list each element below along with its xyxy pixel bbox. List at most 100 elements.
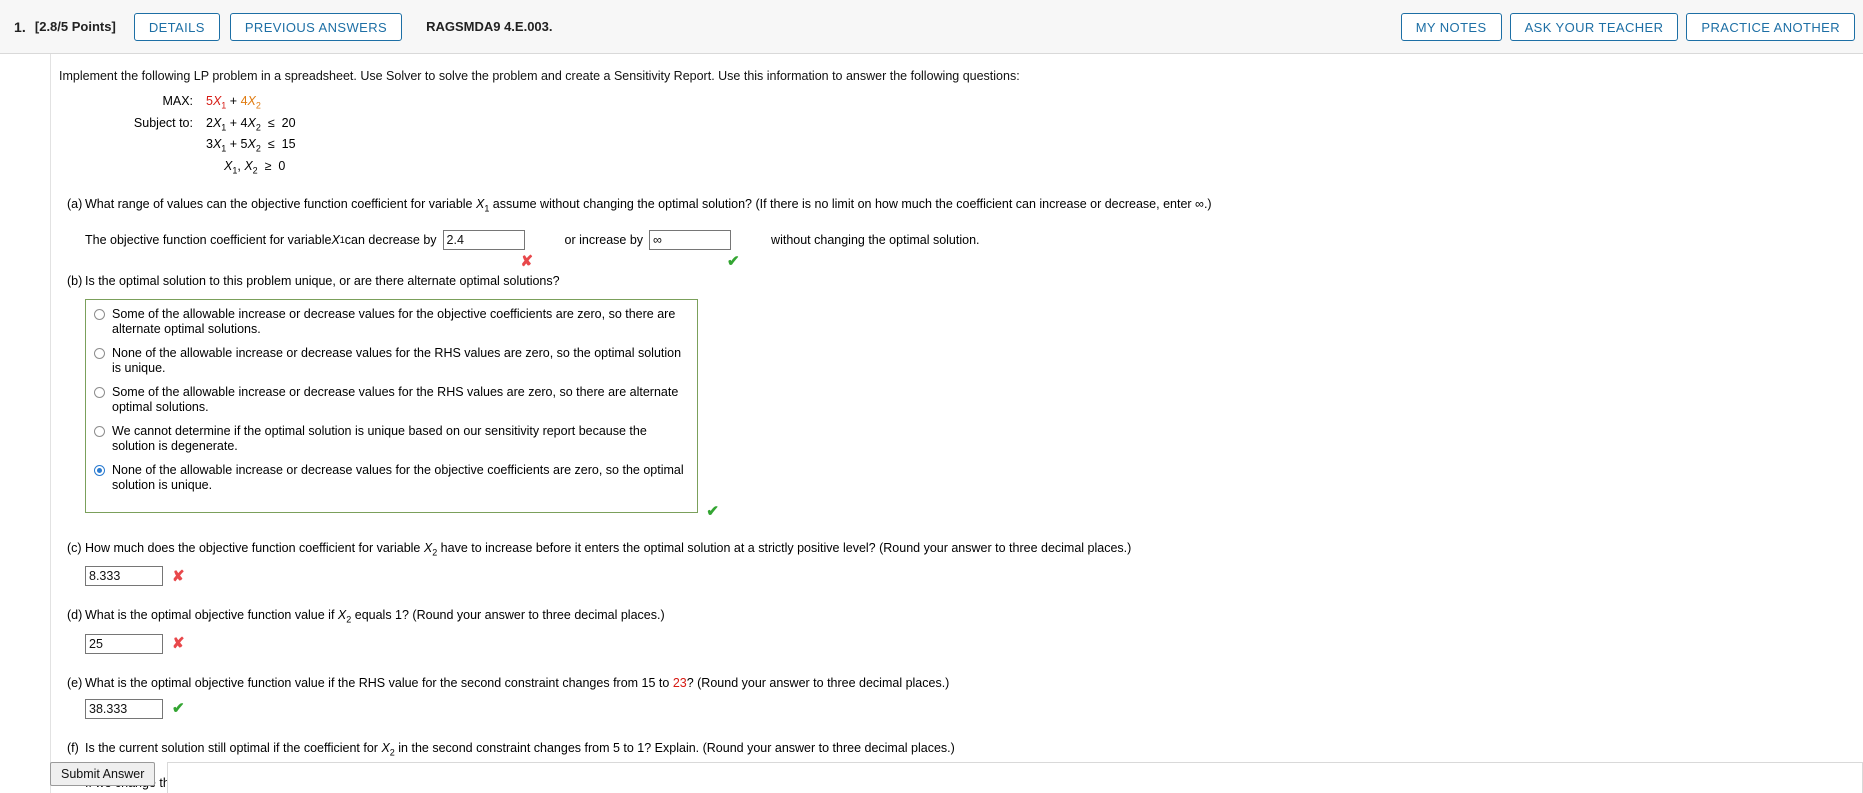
radio-button-selected-icon[interactable] — [94, 464, 105, 476]
points-badge: [2.8/5 Points] — [34, 19, 116, 34]
radio-button-icon[interactable] — [94, 425, 105, 437]
lp-constraint-row-3: X1, X2 ≥ 0 — [111, 158, 1863, 180]
part-c-letter: (c) — [67, 540, 82, 555]
part-a-increase-input[interactable] — [649, 229, 732, 250]
part-a-increase-correct-icon: ✔ — [727, 252, 740, 270]
lp-objective-row: MAX: 5X1 + 4X2 — [111, 93, 1863, 115]
part-a-sentence-3: or increase by — [564, 232, 644, 247]
my-notes-button[interactable]: MY NOTES — [1400, 13, 1502, 41]
part-f-question: (f) Is the current solution still optima… — [59, 741, 1863, 758]
question-number: 1. — [14, 18, 26, 35]
previous-answers-button[interactable]: PREVIOUS ANSWERS — [229, 12, 403, 41]
part-a-decrease-field-wrap: ✘ — [442, 229, 533, 269]
part-a-decrease-input[interactable] — [442, 229, 525, 250]
part-d-incorrect-icon: ✘ — [172, 635, 185, 652]
question-body: Implement the following LP problem in a … — [50, 54, 1863, 793]
part-a-increase-field-wrap: ✔ — [649, 229, 740, 269]
radio-button-icon[interactable] — [94, 386, 105, 398]
problem-intro: Implement the following LP problem in a … — [59, 69, 1020, 83]
lp-constraint-row-1: Subject to: 2X1 + 4X2 ≤ 20 — [111, 115, 1863, 137]
part-d-letter: (d) — [67, 608, 83, 622]
part-b-option-2-label: None of the allowable increase or decrea… — [112, 345, 682, 375]
part-f-question-pre: Is the current solution still optimal if… — [85, 740, 382, 755]
question-page: 1. [2.8/5 Points] DETAILS PREVIOUS ANSWE… — [0, 0, 1863, 793]
part-d: (d) What is the optimal objective functi… — [51, 608, 1863, 654]
part-b-option-3[interactable]: Some of the allowable increase or decrea… — [93, 385, 687, 415]
part-b-question: (b) Is the optimal solution to this prob… — [59, 274, 1863, 288]
lp-spacer-1 — [111, 136, 206, 158]
part-a-question-pre: What range of values can the objective f… — [85, 197, 476, 211]
lp-constraint-2: 3X1 + 5X2 ≤ 15 — [206, 137, 296, 154]
part-a-sentence-2: can decrease by — [344, 232, 437, 247]
part-b: (b) Is the optimal solution to this prob… — [51, 274, 1863, 519]
part-c-answer-input[interactable] — [85, 566, 163, 586]
part-b-option-4[interactable]: We cannot determine if the optimal solut… — [93, 424, 687, 454]
part-b-option-1[interactable]: Some of the allowable increase or decrea… — [93, 307, 687, 337]
part-b-letter: (b) — [67, 273, 83, 288]
part-a-decrease-incorrect-icon: ✘ — [520, 252, 534, 270]
question-header: 1. [2.8/5 Points] DETAILS PREVIOUS ANSWE… — [0, 0, 1863, 54]
details-button[interactable]: DETAILS — [133, 12, 220, 41]
part-b-option-4-label: We cannot determine if the optimal solut… — [112, 423, 647, 453]
part-b-option-5[interactable]: None of the allowable increase or decrea… — [93, 463, 687, 493]
part-d-answer-row: ✘ — [85, 633, 1863, 654]
part-e-rhs-value: 23 — [672, 675, 687, 690]
part-e-correct-icon: ✔ — [172, 700, 185, 717]
practice-another-button[interactable]: PRACTICE ANOTHER — [1686, 13, 1855, 41]
part-e-question-post: ? (Round your answer to three decimal pl… — [686, 675, 950, 690]
part-c-question-post: have to increase before it enters the op… — [437, 540, 1132, 555]
lp-constraint-1: 2X1 + 4X2 ≤ 20 — [206, 115, 296, 133]
part-e-question-text: What is the optimal objective function v… — [85, 676, 1863, 690]
obj-coeff-2: 4 — [240, 94, 248, 108]
part-e-letter: (e) — [67, 675, 83, 690]
part-b-option-5-label: None of the allowable increase or decrea… — [112, 462, 684, 492]
part-c-question-text: How much does the objective function coe… — [85, 540, 1132, 558]
lp-spacer-2 — [111, 158, 206, 180]
part-c-question: (c) How much does the objective function… — [59, 541, 1863, 558]
part-a-question-text: What range of values can the objective f… — [85, 197, 1212, 214]
part-e-question-pre: What is the optimal objective function v… — [85, 675, 673, 690]
lp-model: MAX: 5X1 + 4X2 Subject to: 2X1 + 4X2 ≤ 2… — [111, 93, 1863, 179]
part-d-question: (d) What is the optimal objective functi… — [59, 608, 1863, 625]
submit-panel — [167, 762, 1863, 793]
lp-nonnegativity: X1, X2 ≥ 0 — [224, 158, 286, 176]
part-a-letter: (a) — [67, 197, 83, 211]
submit-row: Submit Answer — [50, 762, 1863, 793]
radio-button-icon[interactable] — [94, 308, 105, 320]
question-code: RAGSMDA9 4.E.003. — [426, 19, 553, 34]
lp-objective-expression: 5X1 + 4X2 — [206, 94, 261, 111]
part-e-question: (e) What is the optimal objective functi… — [59, 676, 1863, 690]
part-b-option-2[interactable]: None of the allowable increase or decrea… — [93, 346, 687, 376]
part-f-question-text: Is the current solution still optimal if… — [85, 740, 955, 758]
part-a-question-post: assume without changing the optimal solu… — [489, 197, 1212, 211]
lp-subject-label: Subject to: — [133, 115, 193, 130]
part-a-question: (a) What range of values can the objecti… — [59, 197, 1863, 214]
part-c-incorrect-icon: ✘ — [172, 567, 185, 585]
radio-button-icon[interactable] — [94, 347, 105, 359]
part-e: (e) What is the optimal objective functi… — [51, 676, 1863, 719]
lp-constraint-row-2: 3X1 + 5X2 ≤ 15 — [111, 136, 1863, 158]
part-e-answer-input[interactable] — [85, 698, 163, 719]
submit-answer-button[interactable]: Submit Answer — [50, 762, 156, 786]
part-a-sentence-4: without changing the optimal solution. — [771, 232, 980, 247]
part-e-answer-row: ✔ — [85, 698, 1863, 719]
part-a: (a) What range of values can the objecti… — [51, 197, 1863, 269]
part-a-sentence-1: The objective function coefficient for v… — [85, 232, 332, 247]
lp-max-label: MAX: — [162, 94, 193, 108]
ask-your-teacher-button[interactable]: ASK YOUR TEACHER — [1509, 13, 1679, 41]
part-b-question-text: Is the optimal solution to this problem … — [85, 273, 560, 288]
part-b-correct-icon: ✔ — [706, 502, 719, 520]
part-f-letter: (f) — [67, 740, 79, 755]
part-b-option-3-label: Some of the allowable increase or decrea… — [112, 384, 679, 414]
part-a-answer-line: The objective function coefficient for v… — [85, 229, 1863, 269]
part-d-question-pre: What is the optimal objective function v… — [85, 608, 338, 622]
part-b-option-1-label: Some of the allowable increase or decrea… — [112, 306, 676, 336]
part-d-question-post: equals 1? (Round your answer to three de… — [351, 608, 665, 622]
obj-coeff-1: 5 — [206, 94, 213, 108]
part-c-question-pre: How much does the objective function coe… — [85, 540, 424, 555]
part-f-question-post: in the second constraint changes from 5 … — [394, 740, 955, 755]
header-actions: MY NOTES ASK YOUR TEACHER PRACTICE ANOTH… — [1400, 0, 1855, 54]
part-d-answer-input[interactable] — [85, 633, 163, 654]
part-c: (c) How much does the objective function… — [51, 541, 1863, 586]
part-b-options-group: Some of the allowable increase or decrea… — [85, 298, 719, 519]
